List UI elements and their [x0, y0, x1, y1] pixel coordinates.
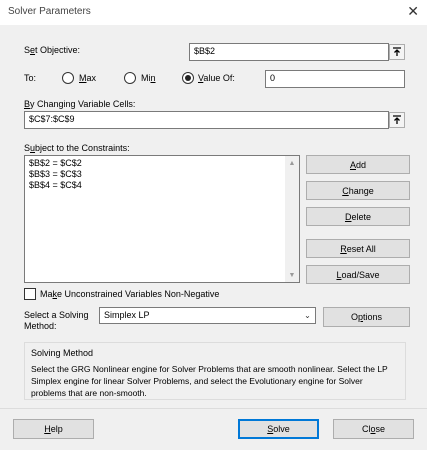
solving-method-label-line1: Select a Solving	[24, 310, 89, 320]
changing-cells-collapse-dialog-icon[interactable]	[389, 112, 405, 128]
constraint-item[interactable]: $B$2 = $C$2	[29, 158, 82, 168]
load-save-button[interactable]: Load/Save	[306, 265, 410, 284]
reset-all-button[interactable]: Reset All	[306, 239, 410, 258]
solving-method-label-line2: Method:	[24, 321, 57, 331]
solving-method-title: Solving Method	[31, 348, 94, 358]
scroll-down-arrow-icon[interactable]: ▼	[285, 268, 299, 282]
change-button[interactable]: Change	[306, 181, 410, 200]
value-of-radio[interactable]	[182, 72, 194, 84]
value-of-input[interactable]: 0	[265, 70, 405, 88]
close-button[interactable]: Cl o se	[333, 419, 414, 439]
changing-cells-input[interactable]: $C$7:$C$9	[24, 111, 389, 129]
nonnegative-checkbox[interactable]	[24, 288, 36, 300]
constraints-listbox[interactable]: $B$2 = $C$2 $B$3 = $C$3 $B$4 = $C$4 ▲ ▼	[24, 155, 300, 283]
solving-method-group: Solving Method Select the GRG Nonlinear …	[24, 342, 406, 400]
max-radio[interactable]	[62, 72, 74, 84]
min-radio[interactable]	[124, 72, 136, 84]
title-bar: Solver Parameters ✕	[0, 0, 427, 24]
solver-parameters-dialog: Solver Parameters ✕ Set Objective: $B$2 …	[0, 0, 427, 450]
add-button[interactable]: Add	[306, 155, 410, 174]
close-window-icon[interactable]: ✕	[407, 4, 419, 18]
constraints-label: Subject to the Constraints:	[24, 143, 130, 153]
constraint-item[interactable]: $B$3 = $C$3	[29, 169, 82, 179]
set-objective-input[interactable]: $B$2	[189, 43, 389, 61]
window-title: Solver Parameters	[8, 6, 91, 17]
solving-method-selected: Simplex LP	[104, 310, 150, 320]
scroll-up-arrow-icon[interactable]: ▲	[285, 156, 299, 170]
dialog-client-area: Set Objective: $B$2 To: Max Min Value Of…	[0, 25, 427, 450]
solve-button[interactable]: Solve	[238, 419, 319, 439]
set-objective-label: Set Objective:	[24, 45, 81, 55]
solving-method-description: Select the GRG Nonlinear engine for Solv…	[31, 364, 388, 398]
nonnegative-label: Make Unconstrained Variables Non-Negativ…	[40, 289, 220, 299]
solving-method-select[interactable]: Simplex LP ⌄	[99, 307, 316, 324]
changing-cells-label: By Changing Variable Cells:	[24, 99, 136, 109]
max-radio-label: Max	[79, 73, 97, 83]
value-of-radio-label: Value Of:	[198, 73, 235, 83]
options-button[interactable]: Op tions	[323, 307, 410, 327]
constraints-scrollbar[interactable]: ▲ ▼	[285, 156, 299, 282]
delete-button[interactable]: Delete	[306, 207, 410, 226]
to-label: To:	[24, 73, 37, 83]
objective-collapse-dialog-icon[interactable]	[389, 44, 405, 60]
min-radio-label: Min	[141, 73, 156, 83]
dialog-footer: Help Solve Cl o se	[0, 408, 427, 450]
help-button[interactable]: Help	[13, 419, 94, 439]
chevron-down-icon[interactable]: ⌄	[300, 308, 315, 323]
constraint-item[interactable]: $B$4 = $C$4	[29, 180, 82, 190]
